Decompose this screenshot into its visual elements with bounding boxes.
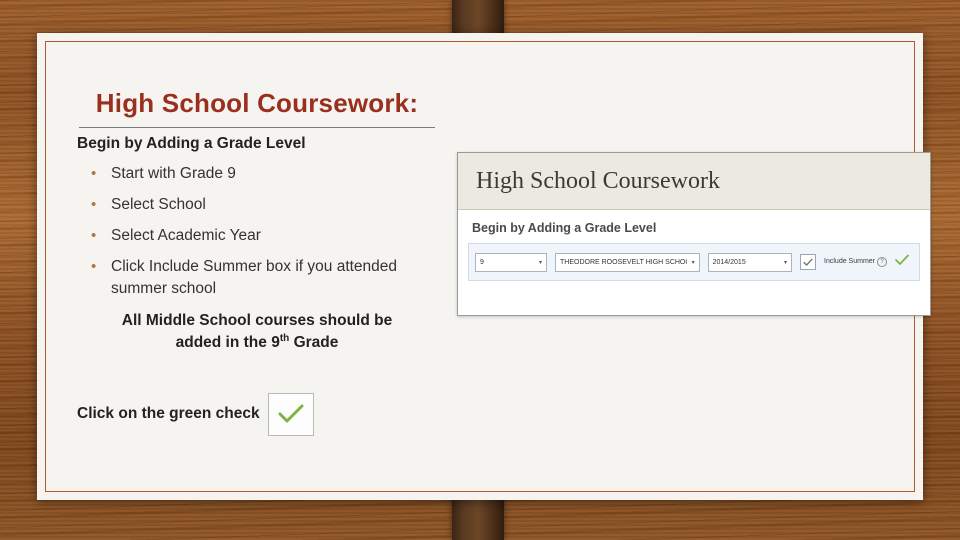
include-summer-label: Include Summer? <box>824 257 887 267</box>
list-item: • Select School <box>77 194 437 216</box>
click-instruction-row: Click on the green check <box>77 392 437 436</box>
chevron-down-icon: ▾ <box>538 259 542 266</box>
app-screenshot-panel: High School Coursework Begin by Adding a… <box>457 152 931 316</box>
bullet-dot-icon: • <box>91 226 97 244</box>
list-item-label: Start with Grade 9 <box>111 164 236 182</box>
include-summer-label-text: Include Summer <box>824 258 875 265</box>
note-text: All Middle School courses should be adde… <box>77 310 437 355</box>
click-instruction-label: Click on the green check <box>77 405 260 423</box>
check-icon <box>895 254 909 265</box>
screenshot-header-title: High School Coursework <box>476 167 720 194</box>
help-badge-icon: ? <box>877 257 887 267</box>
academic-year-select[interactable]: 2014/2015 ▾ <box>707 252 793 272</box>
bullet-dot-icon: • <box>91 257 97 275</box>
list-item-label: Select School <box>111 195 206 213</box>
note-line-1: All Middle School courses should be <box>121 311 393 329</box>
list-item-label: Select Academic Year <box>111 226 261 244</box>
grade-level-form-row: 9 ▾ THEODORE ROOSEVELT HIGH SCHOOL ▾ 201… <box>468 243 920 281</box>
confirm-check-button[interactable] <box>895 253 909 271</box>
list-item: • Select Academic Year <box>77 225 437 247</box>
list-item: • Click Include Summer box if you attend… <box>77 256 437 300</box>
page-title: High School Coursework: <box>95 88 419 118</box>
include-summer-checkbox[interactable] <box>800 254 817 270</box>
bullet-list: • Start with Grade 9 • Select School • S… <box>77 163 437 300</box>
school-select[interactable]: THEODORE ROOSEVELT HIGH SCHOOL ▾ <box>555 252 700 272</box>
bullet-dot-icon: • <box>91 164 97 182</box>
note-ordinal-suffix: th <box>279 333 290 345</box>
title-divider <box>79 126 435 128</box>
screenshot-body: Begin by Adding a Grade Level 9 ▾ THEODO… <box>458 210 930 281</box>
slide-text-column: High School Coursework: Begin by Adding … <box>77 88 437 436</box>
slide-background: High School Coursework: Begin by Adding … <box>0 0 960 540</box>
list-item-label: Click Include Summer box if you attended… <box>111 257 398 297</box>
list-item: • Start with Grade 9 <box>77 163 437 185</box>
grade-select-value: 9 <box>480 258 484 266</box>
screenshot-header: High School Coursework <box>458 153 930 210</box>
check-icon <box>278 404 304 423</box>
subheading: Begin by Adding a Grade Level <box>77 134 306 152</box>
screenshot-section-label: Begin by Adding a Grade Level <box>472 221 657 235</box>
school-select-value: THEODORE ROOSEVELT HIGH SCHOOL <box>560 258 687 266</box>
note-line-2-post: Grade <box>289 334 339 352</box>
bullet-dot-icon: • <box>91 195 97 213</box>
chevron-down-icon: ▾ <box>784 259 788 266</box>
chevron-down-icon: ▾ <box>691 259 695 266</box>
green-check-box[interactable] <box>267 392 314 436</box>
note-line-2-pre: added in the 9 <box>175 334 280 352</box>
checkmark-icon <box>803 258 813 266</box>
grade-select[interactable]: 9 ▾ <box>475 252 547 272</box>
academic-year-select-value: 2014/2015 <box>712 258 746 266</box>
slide-card: High School Coursework: Begin by Adding … <box>37 33 931 500</box>
